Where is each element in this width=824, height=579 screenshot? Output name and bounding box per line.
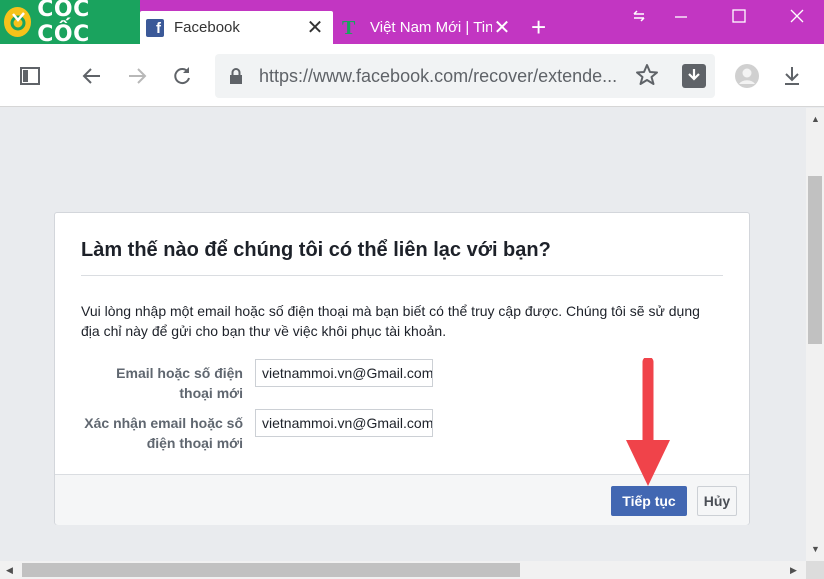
downloads-icon[interactable] bbox=[779, 63, 805, 89]
close-icon[interactable]: ✕ bbox=[305, 18, 325, 38]
confirm-email-field-label: Xác nhận email hoặc số điện thoại mới bbox=[84, 415, 243, 451]
scroll-left-icon[interactable]: ◀ bbox=[6, 565, 13, 576]
address-bar[interactable]: https://www.facebook.com/recover/extende… bbox=[215, 54, 715, 98]
brand-name: CỐC CỐC bbox=[37, 0, 90, 47]
close-icon[interactable]: ✕ bbox=[492, 18, 512, 38]
sidebar-toggle-icon[interactable] bbox=[17, 63, 43, 89]
browser-brand[interactable]: CỐC CỐC bbox=[0, 0, 140, 47]
profile-avatar-icon[interactable] bbox=[734, 63, 760, 89]
facebook-favicon-icon: f bbox=[146, 18, 164, 37]
window-close-button[interactable] bbox=[782, 8, 812, 29]
horizontal-scrollbar[interactable]: ◀ ▶ bbox=[0, 561, 806, 579]
scroll-down-icon[interactable]: ▼ bbox=[811, 544, 820, 554]
lock-icon[interactable] bbox=[229, 68, 243, 89]
page-content: Làm thế nào để chúng tôi có thể liên lạc… bbox=[0, 108, 806, 561]
coccoc-logo-icon bbox=[4, 7, 32, 37]
minimize-button[interactable] bbox=[666, 8, 696, 29]
dialog-title: Làm thế nào để chúng tôi có thể liên lạc… bbox=[81, 239, 551, 261]
restore-tabs-icon[interactable] bbox=[624, 8, 654, 29]
maximize-button[interactable] bbox=[724, 8, 754, 29]
reload-icon[interactable] bbox=[169, 63, 195, 89]
cancel-button[interactable]: Hủy bbox=[697, 486, 737, 516]
vietnammoi-favicon-icon: T bbox=[342, 16, 356, 39]
confirm-email-field[interactable]: vietnammoi.vn@Gmail.com bbox=[255, 409, 433, 437]
scroll-right-icon[interactable]: ▶ bbox=[790, 565, 797, 576]
download-video-icon[interactable] bbox=[682, 64, 706, 88]
browser-toolbar: https://www.facebook.com/recover/extende… bbox=[0, 44, 824, 107]
browser-tabbar: CỐC CỐC f Facebook ✕ T Việt Nam Mới | Ti… bbox=[0, 0, 824, 47]
email-field[interactable]: vietnammoi.vn@Gmail.com bbox=[255, 359, 433, 387]
tab-title: Facebook bbox=[174, 19, 240, 36]
new-tab-button[interactable]: + bbox=[531, 14, 546, 40]
dialog-description: Vui lòng nhập một email hoặc số điện tho… bbox=[81, 303, 700, 339]
tab-facebook[interactable]: f Facebook ✕ bbox=[140, 11, 333, 44]
down-arrow-icon bbox=[624, 356, 672, 495]
tab-title: Việt Nam Mới | Tin bbox=[370, 19, 492, 36]
bookmark-star-icon[interactable] bbox=[635, 63, 659, 92]
email-field-label: Email hoặc số điện thoại mới bbox=[116, 365, 243, 401]
back-icon[interactable] bbox=[79, 63, 105, 89]
vertical-scrollbar[interactable]: ▲ ▼ bbox=[806, 108, 824, 561]
forward-icon[interactable] bbox=[124, 63, 150, 89]
vertical-scroll-thumb[interactable] bbox=[808, 176, 822, 344]
scrollbar-corner bbox=[806, 561, 824, 579]
horizontal-scroll-thumb[interactable] bbox=[22, 563, 520, 577]
divider bbox=[81, 275, 723, 276]
url-text[interactable]: https://www.facebook.com/recover/extende… bbox=[259, 66, 629, 87]
tab-vietnammoi[interactable]: T Việt Nam Mới | Tin ✕ bbox=[336, 11, 520, 44]
scroll-up-icon[interactable]: ▲ bbox=[811, 114, 820, 124]
